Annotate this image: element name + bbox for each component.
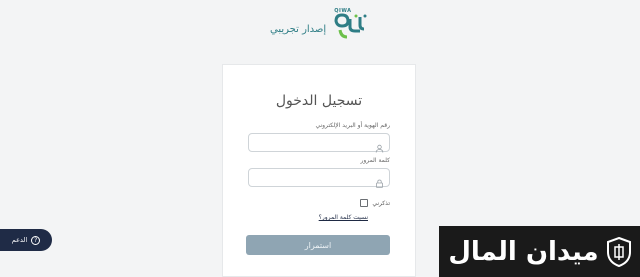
support-button[interactable]: ? الدعم (0, 229, 52, 251)
login-title: تسجيل الدخول (275, 93, 363, 109)
watermark: ميدان المال (439, 226, 640, 277)
forgot-password-link[interactable]: نسيت كلمة المرور؟ (248, 214, 368, 221)
id-field-wrapper (248, 133, 390, 156)
password-field-wrapper (248, 168, 390, 191)
login-card: تسجيل الدخول رقم الهوية أو البريد الإلكت… (222, 64, 416, 277)
support-label: الدعم (11, 236, 28, 244)
qiwa-logo-icon (334, 13, 367, 39)
watermark-shield-icon (606, 236, 631, 267)
continue-button[interactable]: استمرار (246, 235, 390, 255)
remember-me-row[interactable]: تذكرني (248, 199, 390, 207)
password-input[interactable] (249, 174, 389, 191)
lock-icon (375, 173, 384, 188)
question-icon: ? (31, 235, 41, 245)
id-label: رقم الهوية أو البريد الإلكتروني (315, 122, 390, 129)
qiwa-logo: إصدار تجريبي QIWA (270, 6, 380, 40)
password-label: كلمة المرور (360, 157, 390, 164)
remember-me-checkbox[interactable] (360, 199, 369, 207)
remember-me-label: تذكرني (372, 199, 390, 207)
user-icon (375, 138, 384, 153)
id-email-input[interactable] (249, 139, 389, 156)
watermark-text: ميدان المال (448, 236, 599, 267)
logo-mark: QIWA (332, 8, 370, 40)
beta-label: إصدار تجريبي (270, 24, 327, 35)
